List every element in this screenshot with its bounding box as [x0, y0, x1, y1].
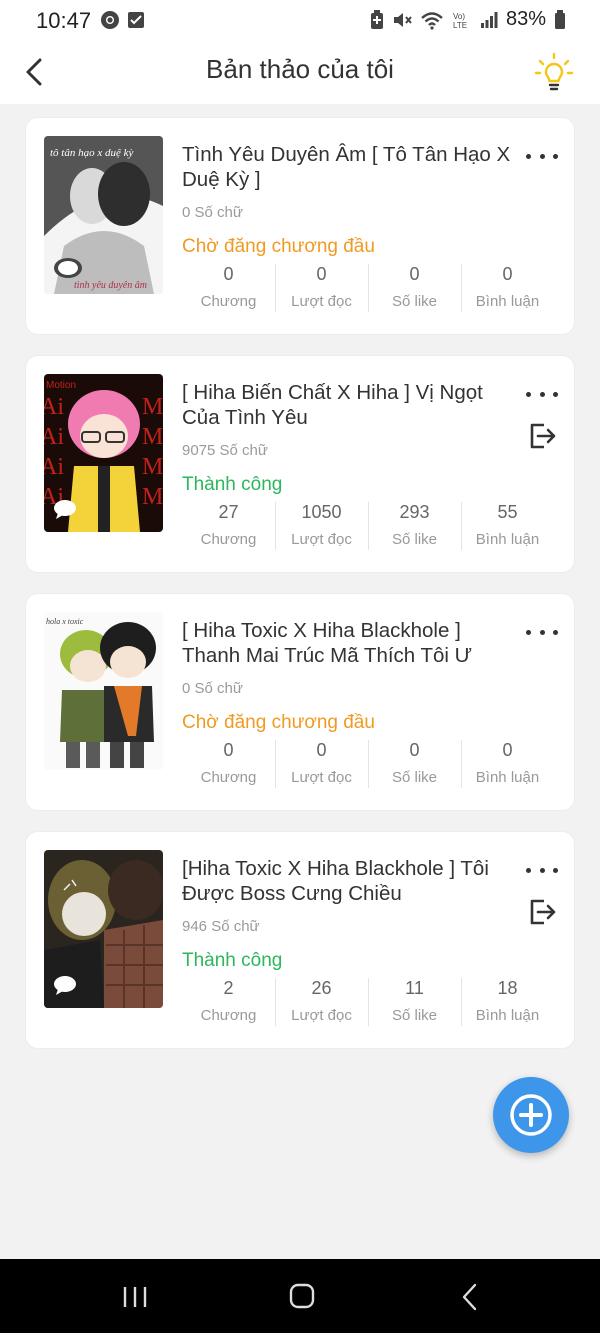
tips-button[interactable]	[534, 52, 574, 92]
wifi-icon	[421, 11, 443, 30]
draft-title[interactable]: [ Hiha Toxic X Hiha Blackhole ] Thanh Ma…	[182, 618, 512, 668]
draft-cover-image[interactable]: tô tân hạo x duệ kỳ tình yêu duyên âm	[44, 136, 163, 294]
svg-text:Ai: Ai	[44, 454, 64, 480]
system-nav-bar	[0, 1259, 600, 1333]
more-options-button[interactable]	[526, 622, 558, 642]
draft-status: Thành công	[182, 474, 283, 495]
plus-icon	[510, 1094, 552, 1136]
comment-badge-icon	[54, 500, 76, 519]
cover-text-top: hola x toxic	[46, 617, 84, 626]
stat-reads: 26 Lượt đọc	[275, 974, 368, 1026]
app-bar: Bản thảo của tôi	[0, 40, 600, 104]
recents-icon	[123, 1287, 147, 1307]
draft-list: tô tân hạo x duệ kỳ tình yêu duyên âm Tì…	[26, 118, 574, 1070]
stat-reads: 1050 Lượt đọc	[275, 498, 368, 550]
home-button[interactable]	[282, 1281, 322, 1313]
draft-status: Chờ đăng chương đầu	[182, 236, 375, 257]
nav-back-button[interactable]	[450, 1281, 490, 1313]
back-icon	[462, 1283, 477, 1311]
exit-icon	[530, 899, 556, 925]
draft-cover-image[interactable]	[44, 850, 163, 1008]
stats-row: 27 Chương 1050 Lượt đọc 293 Số like 55 Bình …	[182, 498, 554, 550]
svg-text:Vo): Vo)	[453, 12, 465, 21]
stat-likes: 11 Số like	[368, 974, 461, 1026]
svg-text:M: M	[142, 484, 163, 510]
stat-reads: 0 Lượt đọc	[275, 260, 368, 312]
draft-title[interactable]: Tình Yêu Duyên Âm [ Tô Tân Hạo X Duệ Kỳ …	[182, 142, 512, 192]
publish-exit-button[interactable]	[526, 896, 558, 928]
draft-title[interactable]: [Hiha Toxic X Hiha Blackhole ] Tôi Được …	[182, 856, 512, 906]
stat-chapters: 2 Chương	[200, 978, 257, 1024]
word-count: 0 Số chữ	[182, 204, 243, 221]
status-time: 10:47	[36, 8, 92, 33]
draft-card[interactable]: tô tân hạo x duệ kỳ tình yêu duyên âm Tì…	[26, 118, 574, 334]
more-options-button[interactable]	[526, 384, 558, 404]
stat-likes: 0 Số like	[368, 260, 461, 312]
exit-icon	[530, 423, 556, 449]
stat-comments: 0 Bình luận	[461, 260, 554, 312]
page-title: Bản thảo của tôi	[206, 54, 394, 84]
more-options-button[interactable]	[526, 146, 558, 166]
status-bar: 10:47 Vo) LTE 83%	[0, 0, 600, 40]
volte-icon: Vo)LTE	[453, 12, 467, 30]
draft-card[interactable]: [Hiha Toxic X Hiha Blackhole ] Tôi Được …	[26, 832, 574, 1048]
draft-status: Chờ đăng chương đầu	[182, 712, 375, 733]
stat-comments: 0 Bình luận	[461, 736, 554, 788]
more-options-button[interactable]	[526, 860, 558, 880]
signal-icon	[480, 11, 498, 28]
mute-icon	[393, 12, 412, 27]
word-count: 9075 Số chữ	[182, 442, 268, 459]
lightbulb-icon	[534, 52, 574, 91]
svg-text:M: M	[142, 424, 163, 450]
stats-row: 0 Chương 0 Lượt đọc 0 Số like 0 Bình luận	[182, 736, 554, 788]
svg-text:Ai: Ai	[44, 424, 64, 450]
cover-text-bottom: tình yêu duyên âm	[74, 280, 147, 291]
publish-exit-button[interactable]	[526, 420, 558, 452]
comment-badge-icon	[54, 976, 76, 995]
draft-title[interactable]: [ Hiha Biến Chất X Hiha ] Vị Ngọt Của Tì…	[182, 380, 512, 430]
recents-button[interactable]	[115, 1281, 155, 1313]
draft-card[interactable]: Ai Ai Ai Ai MMMM Motion [ Hiha Biến Chất X …	[26, 356, 574, 572]
add-draft-button[interactable]	[493, 1077, 569, 1153]
chrome-icon	[101, 11, 119, 29]
stat-comments: 55 Bình luận	[461, 498, 554, 550]
draft-cover-image[interactable]: Ai Ai Ai Ai MMMM Motion	[44, 374, 163, 532]
stats-row: 0 Chương 0 Lượt đọc 0 Số like 0 Bình luận	[182, 260, 554, 312]
stat-likes: 293 Số like	[368, 498, 461, 550]
cover-text-top: tô tân hạo x duệ kỳ	[50, 147, 134, 159]
svg-text:M: M	[142, 394, 163, 420]
battery-icon	[555, 9, 565, 29]
battery-saver-icon	[370, 9, 383, 29]
svg-text:M: M	[142, 454, 163, 480]
comment-badge-icon	[54, 258, 82, 278]
stats-row: 2 Chương 26 Lượt đọc 11 Số like 18 Bình luận	[182, 974, 554, 1026]
draft-status: Thành công	[182, 950, 283, 971]
stat-chapters: 27 Chương	[200, 502, 257, 548]
stat-comments: 18 Bình luận	[461, 974, 554, 1026]
stat-chapters: 0 Chương	[200, 740, 257, 786]
stat-likes: 0 Số like	[368, 736, 461, 788]
svg-text:LTE: LTE	[453, 21, 467, 30]
check-box-icon	[128, 12, 144, 28]
draft-cover-image[interactable]: hola x toxic	[44, 612, 163, 770]
stat-chapters: 0 Chương	[200, 264, 257, 310]
word-count: 946 Số chữ	[182, 918, 260, 935]
stat-reads: 0 Lượt đọc	[275, 736, 368, 788]
cover-text-top: Motion	[46, 380, 76, 391]
battery-percent: 83%	[505, 8, 546, 30]
word-count: 0 Số chữ	[182, 680, 243, 697]
draft-card[interactable]: hola x toxic [ Hiha Toxic X Hiha Blackho…	[26, 594, 574, 810]
svg-text:Ai: Ai	[44, 394, 64, 420]
home-icon	[289, 1283, 315, 1309]
